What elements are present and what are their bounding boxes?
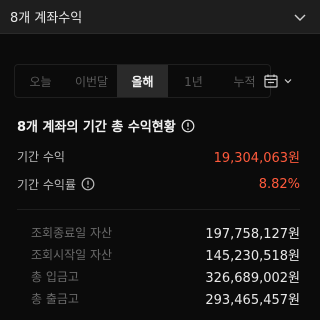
account-selector-label: 8개 계좌수익	[10, 11, 83, 26]
detail-row: 총 출금고 293,465,457원	[17, 288, 300, 308]
detail-value-start-asset: 145,230,518원	[205, 248, 300, 264]
period-tab-bar: 오늘 이번달 올해 1년 누적	[0, 62, 320, 100]
detail-row: 조회시작일 자산 145,230,518원	[17, 244, 300, 264]
period-return-label: 기간 수익률	[17, 177, 77, 192]
period-tabs: 오늘 이번달 올해 1년 누적	[14, 64, 271, 98]
detail-value-total-withdrawal: 293,465,457원	[205, 292, 300, 308]
chevron-down-icon	[284, 79, 292, 84]
detail-label-end-asset: 조회종료일 자산	[31, 225, 113, 240]
period-profit-label: 기간 수익	[17, 149, 65, 164]
detail-row: 조회종료일 자산 197,758,127원	[17, 222, 300, 242]
detail-label-total-deposit: 총 입금고	[31, 269, 79, 284]
tab-today[interactable]: 오늘	[15, 65, 66, 97]
detail-value-total-deposit: 326,689,002원	[205, 270, 300, 286]
tab-one-year[interactable]: 1년	[168, 65, 219, 97]
period-profit-row: 기간 수익 19,304,063원	[17, 146, 300, 166]
divider	[17, 209, 300, 210]
period-return-row: 기간 수익률 8.82%	[17, 174, 300, 194]
detail-label-total-withdrawal: 총 출금고	[31, 291, 79, 306]
tab-this-year[interactable]: 올해	[117, 65, 168, 97]
info-icon[interactable]	[81, 177, 95, 191]
detail-value-end-asset: 197,758,127원	[205, 226, 300, 242]
tab-this-month[interactable]: 이번달	[66, 65, 117, 97]
detail-row: 총 입금고 326,689,002원	[17, 266, 300, 286]
period-profit-value: 19,304,063원	[213, 150, 300, 166]
calendar-icon	[264, 74, 278, 88]
period-return-label-group: 기간 수익률	[17, 176, 95, 193]
chevron-down-icon	[294, 14, 306, 21]
calendar-button[interactable]	[257, 64, 299, 98]
summary-title-text: 8개 계좌의 기간 총 수익현황	[17, 120, 176, 135]
detail-label-start-asset: 조회시작일 자산	[31, 247, 113, 262]
info-icon[interactable]	[181, 119, 195, 133]
period-return-value: 8.82%	[258, 176, 300, 192]
account-selector[interactable]: 8개 계좌수익	[0, 0, 320, 34]
summary-title: 8개 계좌의 기간 총 수익현황	[17, 116, 195, 135]
